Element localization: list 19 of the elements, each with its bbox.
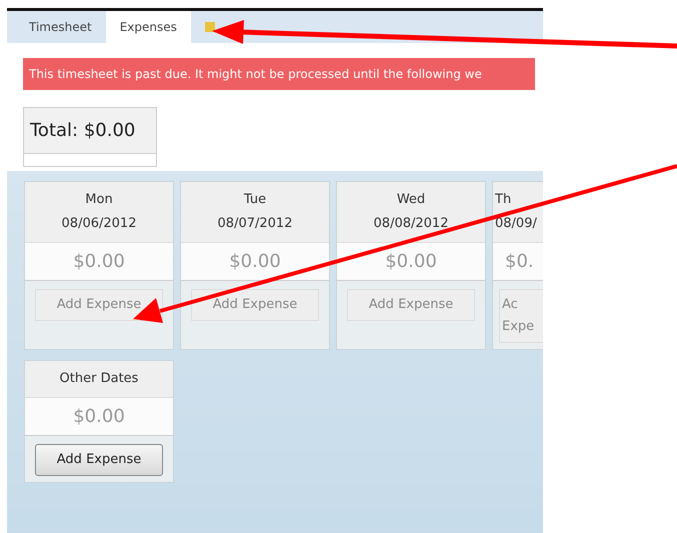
other-dates-header: Other Dates: [25, 361, 173, 397]
tab[interactable]: Expenses: [106, 11, 191, 43]
other-dates-amount: $0.00: [25, 397, 173, 436]
day-amount: $0.: [493, 242, 543, 281]
tab[interactable]: Timesheet: [15, 11, 106, 43]
add-expense-button[interactable]: Add Expense: [35, 444, 163, 476]
total-text: Total: $0.00: [29, 119, 136, 143]
day-amount: $0.00: [181, 242, 329, 281]
day-name: Th: [495, 191, 512, 209]
past-due-banner: This timesheet is past due. It might not be processed until the following we: [23, 58, 535, 90]
day-amount: $0.00: [25, 242, 173, 281]
day-date: 08/09/: [495, 215, 538, 233]
day-amount: $0.00: [337, 242, 485, 281]
day-name: Tue: [242, 191, 268, 209]
day-name: Wed: [396, 191, 426, 209]
day-date: 08/07/2012: [216, 215, 294, 233]
day-date: 08/08/2012: [372, 215, 450, 233]
day-date: 08/06/2012: [60, 215, 138, 233]
day-name: Mon: [84, 191, 114, 209]
